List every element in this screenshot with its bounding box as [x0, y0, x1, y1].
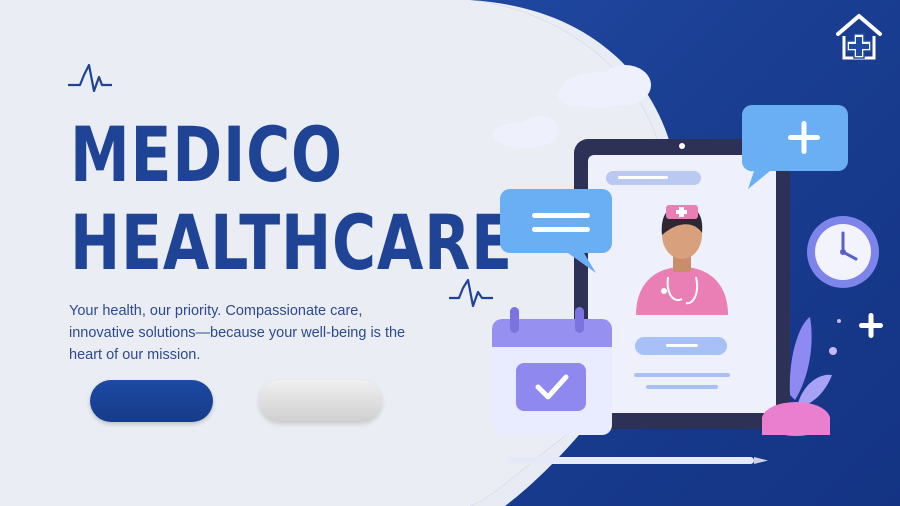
title-line-1: MEDICO [70, 110, 343, 199]
title-line-2: HEALTHCARE [70, 198, 513, 287]
tagline: Your health, our priority. Compassionate… [69, 303, 406, 363]
plus-icon [859, 313, 883, 338]
clock-icon [807, 216, 879, 288]
telehealth-illustration [492, 65, 883, 464]
primary-button[interactable] [90, 380, 213, 422]
cloud-decoration [558, 65, 651, 108]
page-title: MEDICO HEALTHCARE [70, 111, 513, 287]
chat-bubble-icon [741, 105, 848, 189]
cloud-decoration [493, 116, 558, 148]
calendar-check-icon [492, 307, 612, 435]
stylus-decoration [508, 457, 768, 464]
heartbeat-pulse-icon [68, 63, 112, 93]
secondary-button[interactable] [259, 380, 382, 422]
